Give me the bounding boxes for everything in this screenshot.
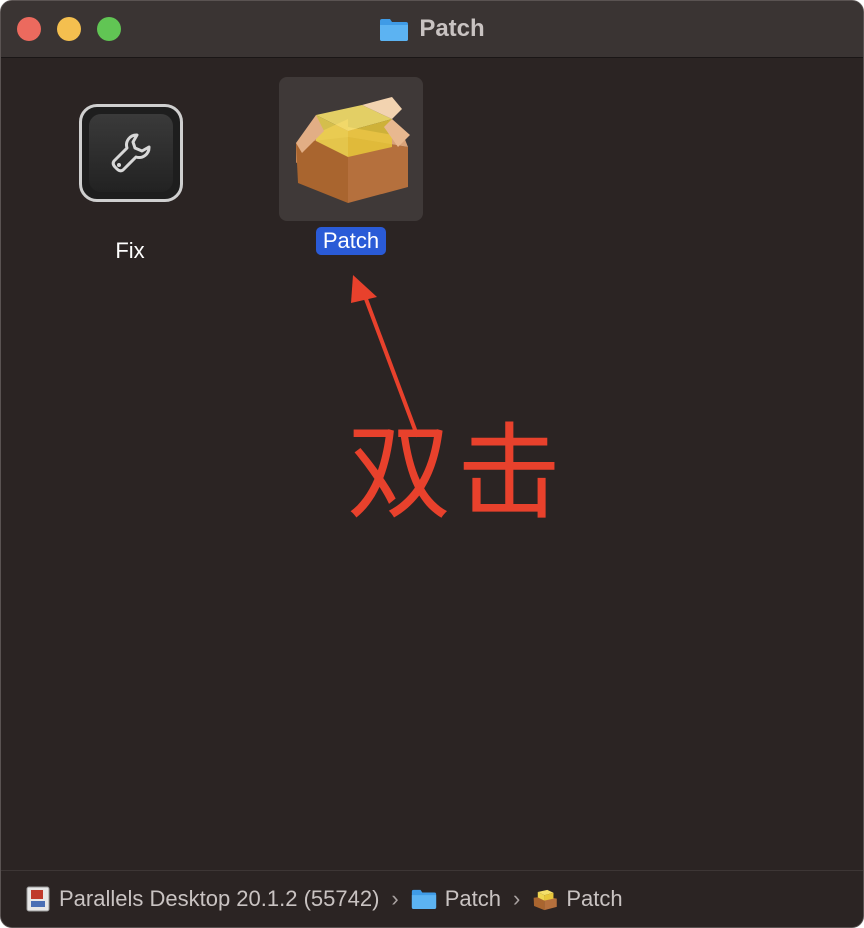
file-item-fix[interactable]: Fix xyxy=(59,87,201,265)
window-title-text: Patch xyxy=(419,15,485,42)
path-crumb-volume[interactable]: Parallels Desktop 20.1.2 (55742) xyxy=(25,885,379,913)
annotation-text: 双击 xyxy=(347,412,568,534)
chevron-right-icon: › xyxy=(513,886,521,911)
chevron-right-icon: › xyxy=(391,886,399,911)
path-folder-label[interactable]: Patch xyxy=(445,886,501,912)
path-volume-label[interactable]: Parallels Desktop 20.1.2 (55742) xyxy=(59,886,379,912)
package-icon[interactable] xyxy=(288,91,414,207)
path-crumb-folder[interactable]: Patch xyxy=(411,886,501,912)
title-bar[interactable]: Patch xyxy=(1,1,863,58)
path-crumb-file[interactable]: Patch xyxy=(532,886,623,912)
package-icon xyxy=(533,889,558,911)
wrench-icon xyxy=(111,133,151,173)
window-title: Patch xyxy=(1,1,863,57)
fix-icon-box[interactable] xyxy=(59,87,203,207)
wrench-app-icon[interactable] xyxy=(79,104,183,202)
patch-icon-box[interactable] xyxy=(279,77,423,221)
folder-icon xyxy=(380,18,409,41)
disk-image-icon xyxy=(26,886,50,912)
file-label-fix[interactable]: Fix xyxy=(108,237,151,265)
file-item-patch[interactable]: Patch xyxy=(279,77,423,255)
path-file-label[interactable]: Patch xyxy=(566,886,622,912)
path-bar: Parallels Desktop 20.1.2 (55742) › Patch… xyxy=(1,870,863,927)
finder-window: Patch Fix Patch 双击 Parallels Desktop 20.… xyxy=(0,0,864,928)
file-label-patch[interactable]: Patch xyxy=(315,227,387,255)
folder-icon xyxy=(411,889,436,909)
